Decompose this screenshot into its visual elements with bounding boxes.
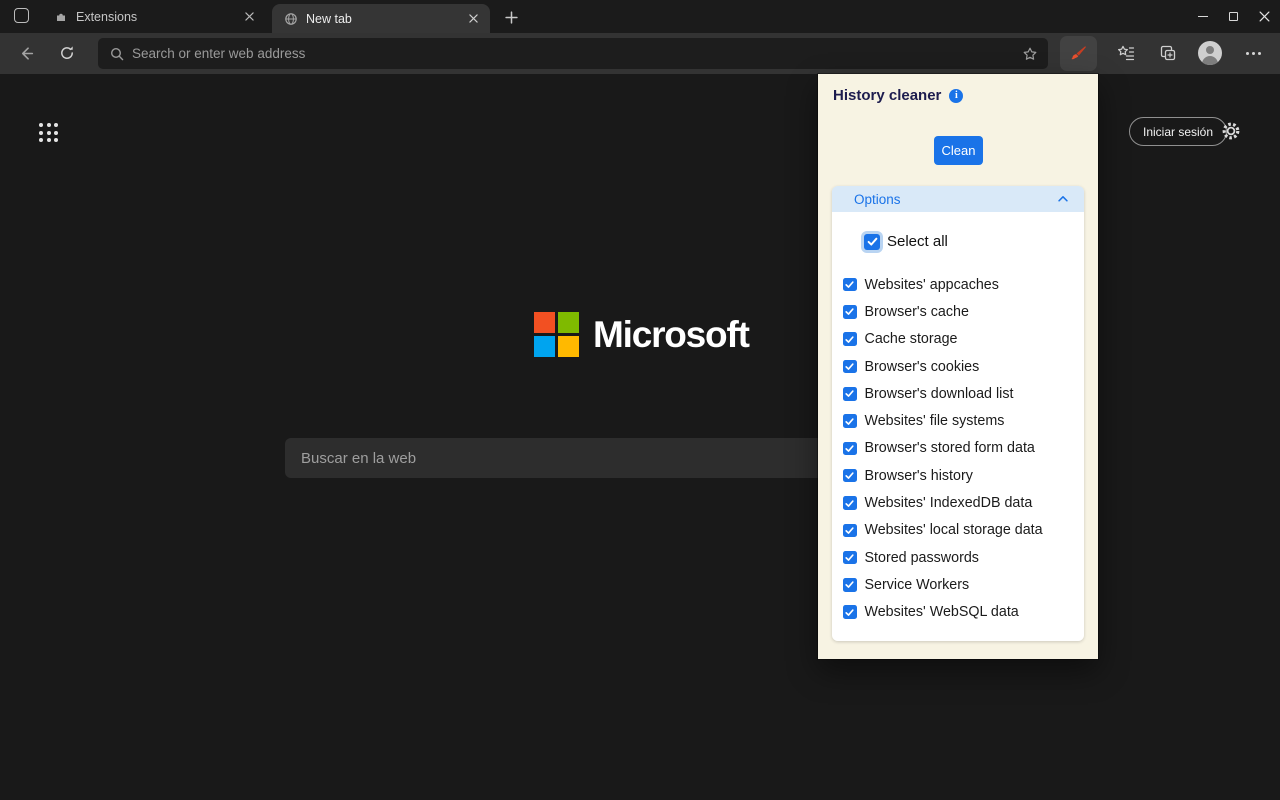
- favorites-icon[interactable]: [1111, 38, 1141, 68]
- back-button[interactable]: [11, 38, 41, 68]
- extensions-favicon: [54, 10, 68, 24]
- select-all-checkbox[interactable]: [864, 233, 880, 250]
- tab-label: Extensions: [76, 9, 138, 24]
- option-row: Browser's cache: [843, 298, 1078, 325]
- workspaces-icon[interactable]: [14, 8, 29, 23]
- option-row: Cache storage: [843, 326, 1078, 353]
- option-checkbox[interactable]: [843, 359, 857, 374]
- browser-window: Extensions New tab Search or enter web a…: [0, 0, 1280, 800]
- new-tab-button[interactable]: [502, 8, 520, 26]
- options-list: Websites' appcaches Browser's cache Cach…: [843, 271, 1078, 626]
- microsoft-logo-squares: [534, 312, 579, 357]
- minimize-button[interactable]: [1187, 0, 1218, 33]
- option-checkbox[interactable]: [843, 496, 857, 510]
- option-checkbox[interactable]: [843, 523, 857, 538]
- tab-close-icon[interactable]: [465, 10, 482, 27]
- address-bar[interactable]: [98, 38, 1048, 69]
- option-row: Browser's stored form data: [843, 435, 1078, 462]
- option-label[interactable]: Browser's download list: [865, 386, 1014, 402]
- option-label[interactable]: Websites' IndexedDB data: [865, 495, 1033, 511]
- address-input[interactable]: [132, 46, 1014, 61]
- info-icon[interactable]: [949, 88, 964, 103]
- option-label[interactable]: Browser's history: [865, 468, 973, 484]
- add-favorite-icon[interactable]: [1022, 46, 1038, 62]
- profile-avatar[interactable]: [1198, 41, 1222, 65]
- option-checkbox[interactable]: [843, 305, 857, 319]
- option-row: Websites' IndexedDB data: [843, 489, 1078, 516]
- option-row: Stored passwords: [843, 544, 1078, 571]
- option-label[interactable]: Websites' file systems: [865, 413, 1005, 429]
- option-row: Websites' file systems: [843, 407, 1078, 434]
- option-label[interactable]: Stored passwords: [865, 550, 979, 566]
- option-row: Browser's cookies: [843, 353, 1078, 380]
- option-checkbox[interactable]: [843, 277, 857, 292]
- history-cleaner-popup: History cleaner Clean Options Select all: [818, 74, 1098, 659]
- option-label[interactable]: Browser's stored form data: [865, 440, 1035, 456]
- window-controls: [1187, 0, 1280, 33]
- settings-gear-icon[interactable]: [1221, 121, 1241, 141]
- microsoft-logo: Microsoft: [534, 312, 750, 357]
- clean-button[interactable]: Clean: [934, 136, 983, 165]
- option-checkbox[interactable]: [843, 387, 857, 401]
- refresh-button[interactable]: [52, 38, 82, 68]
- collections-icon[interactable]: [1153, 38, 1183, 68]
- options-body: Select all Websites' appcaches Browser's…: [832, 212, 1084, 641]
- option-checkbox[interactable]: [843, 468, 857, 483]
- option-label[interactable]: Browser's cookies: [865, 359, 980, 375]
- sign-in-button[interactable]: Iniciar sesión: [1129, 117, 1228, 146]
- tab-close-icon[interactable]: [241, 8, 258, 25]
- person-icon: [1206, 46, 1214, 54]
- option-checkbox[interactable]: [843, 578, 857, 592]
- option-checkbox[interactable]: [843, 414, 857, 428]
- option-label[interactable]: Websites' WebSQL data: [865, 604, 1019, 620]
- tab-label: New tab: [306, 11, 352, 26]
- option-row: Websites' WebSQL data: [843, 599, 1078, 626]
- option-row: Websites' appcaches: [843, 271, 1078, 298]
- option-row: Service Workers: [843, 571, 1078, 598]
- option-checkbox[interactable]: [843, 605, 857, 619]
- option-row: Websites' local storage data: [843, 517, 1078, 544]
- tab-new-tab[interactable]: New tab: [272, 4, 490, 33]
- option-row: Browser's history: [843, 462, 1078, 489]
- apps-grid-icon[interactable]: [39, 123, 58, 142]
- tab-extensions[interactable]: Extensions: [42, 0, 266, 33]
- close-button[interactable]: [1249, 0, 1280, 33]
- option-checkbox[interactable]: [843, 550, 857, 565]
- search-icon: [110, 47, 124, 61]
- options-label: Options: [854, 191, 901, 207]
- options-card: Options Select all Websites' appcaches B…: [832, 186, 1084, 641]
- option-checkbox[interactable]: [843, 332, 857, 346]
- options-header[interactable]: Options: [832, 186, 1084, 212]
- select-all-label[interactable]: Select all: [887, 233, 948, 250]
- option-row: Browser's download list: [843, 380, 1078, 407]
- microsoft-logo-text: Microsoft: [593, 314, 750, 355]
- option-label[interactable]: Cache storage: [865, 331, 958, 347]
- option-label[interactable]: Websites' appcaches: [865, 277, 999, 293]
- option-label[interactable]: Browser's cache: [865, 304, 969, 320]
- chevron-up-icon: [1056, 192, 1070, 206]
- option-label[interactable]: Service Workers: [865, 577, 970, 593]
- popup-title: History cleaner: [833, 87, 942, 104]
- new-tab-favicon: [284, 12, 298, 26]
- paintbrush-extension-icon: [1069, 44, 1088, 63]
- more-menu-icon[interactable]: [1238, 38, 1268, 68]
- select-all-row: Select all: [864, 233, 948, 250]
- popup-header: History cleaner: [833, 87, 964, 104]
- option-label[interactable]: Websites' local storage data: [865, 522, 1043, 538]
- titlebar: Extensions New tab: [0, 0, 1280, 33]
- toolbar: [0, 33, 1280, 74]
- restore-button[interactable]: [1218, 0, 1249, 33]
- option-checkbox[interactable]: [843, 441, 857, 456]
- history-cleaner-extension-button[interactable]: [1060, 36, 1097, 71]
